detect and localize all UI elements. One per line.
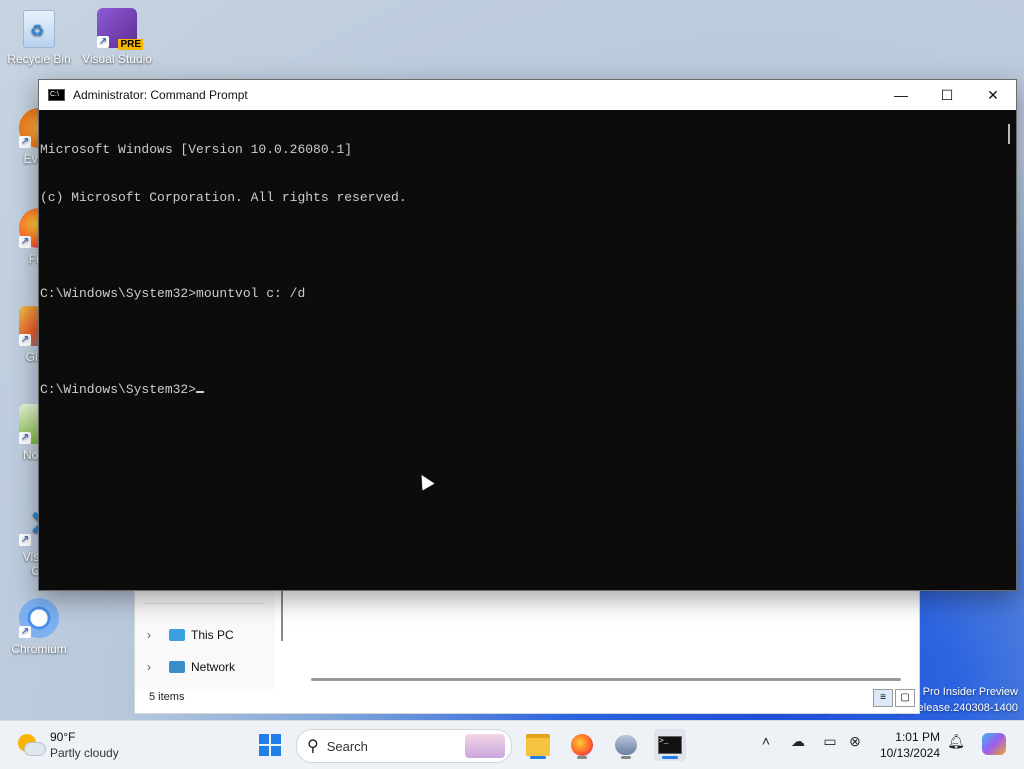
pre-badge: PRE — [118, 39, 143, 50]
taskbar-file-explorer[interactable] — [522, 729, 554, 761]
console-prompt: C:\Windows\System32> — [40, 382, 197, 397]
nav-item-this-pc[interactable]: › This PC — [147, 624, 234, 646]
chromium-icon: ↗ — [19, 598, 59, 638]
clock-date: 10/13/2024 — [879, 746, 940, 760]
title-bar[interactable]: C:\ Administrator: Command Prompt — ☐ ✕ — [39, 80, 1016, 110]
nav-item-network[interactable]: › Network — [147, 656, 235, 678]
minimize-button[interactable]: — — [878, 80, 924, 110]
network-icon[interactable]: ⊗ — [845, 733, 865, 750]
console-line: Microsoft Windows [Version 10.0.26080.1] — [40, 142, 353, 157]
shortcut-arrow-icon: ↗ — [19, 534, 31, 546]
shortcut-arrow-icon: ↗ — [19, 334, 31, 346]
pane-splitter[interactable] — [281, 591, 283, 641]
nav-item-label: This PC — [191, 628, 234, 642]
watermark-line1: Pro Insider Preview — [922, 686, 1018, 698]
search-highlight-icon — [465, 734, 505, 758]
terminal-icon: >_ — [658, 736, 682, 754]
taskbar-terminal[interactable]: >_ — [654, 729, 686, 761]
console-prompt-line[interactable]: C:\Windows\System32> — [40, 382, 1000, 398]
shortcut-arrow-icon: ↗ — [19, 626, 31, 638]
clock-time: 1:01 PM — [895, 730, 940, 744]
shortcut-arrow-icon: ↗ — [19, 136, 31, 148]
partly-cloudy-icon — [18, 732, 46, 758]
taskbar-firefox[interactable] — [566, 729, 598, 761]
desktop-icon-visual-studio[interactable]: ↗ PRE Visual Studio — [78, 8, 156, 66]
search-placeholder: Search — [326, 738, 368, 754]
text-cursor — [196, 391, 205, 393]
desktop-icon-recycle-bin[interactable]: ♻ Recycle Bin — [0, 10, 78, 66]
visual-studio-icon: ↗ PRE — [97, 8, 143, 50]
search-icon: ⚲ — [307, 738, 319, 755]
display-icon[interactable]: ▭ — [820, 733, 840, 750]
large-icons-view-button[interactable]: ▢ — [895, 689, 915, 707]
vertical-scrollbar[interactable] — [1008, 124, 1010, 144]
taskbar-app[interactable] — [610, 729, 642, 761]
command-prompt-window[interactable]: C:\ Administrator: Command Prompt — ☐ ✕ … — [38, 79, 1017, 591]
desktop-icon-chromium[interactable]: ↗ Chromium — [0, 598, 78, 656]
file-explorer-window[interactable]: › This PC › Network 5 items ≡ ▢ — [134, 580, 920, 714]
console-line: (c) Microsoft Corporation. All rights re… — [40, 190, 407, 205]
status-bar-item-count: 5 items — [149, 691, 185, 703]
app-icon — [615, 735, 637, 755]
start-button[interactable] — [254, 729, 286, 761]
maximize-button[interactable]: ☐ — [924, 80, 970, 110]
taskbar: 90°F Partly cloudy ⚲ Search >_ ˄ ☁ ▭ ⊗ 1… — [0, 720, 1024, 769]
desktop-icon-label: Chromium — [11, 642, 67, 656]
weather-condition: Partly cloudy — [50, 746, 119, 760]
cmd-app-icon[interactable]: C:\ — [48, 89, 65, 101]
horizontal-scrollbar[interactable] — [311, 678, 901, 681]
notification-icon[interactable]: 🔔︎ — [946, 733, 966, 750]
nav-item-label: Network — [191, 660, 236, 674]
search-box[interactable]: ⚲ Search — [296, 729, 512, 763]
onedrive-icon[interactable]: ☁ — [788, 733, 808, 750]
desktop-icon-label: Visual Studio — [82, 52, 152, 66]
chevron-up-icon[interactable]: ˄ — [756, 733, 776, 749]
desktop-icon-label: Recycle Bin — [7, 52, 71, 66]
shortcut-arrow-icon: ↗ — [97, 36, 109, 48]
console-line: C:\Windows\System32>mountvol c: /d — [40, 286, 306, 301]
console-output[interactable]: Microsoft Windows [Version 10.0.26080.1]… — [39, 110, 1000, 590]
copilot-icon[interactable] — [982, 733, 1006, 755]
network-icon — [169, 661, 185, 673]
windows-logo-icon — [259, 734, 281, 756]
recycle-bin-icon: ♻ — [23, 10, 55, 48]
close-button[interactable]: ✕ — [970, 80, 1016, 110]
chevron-right-icon[interactable]: › — [147, 660, 159, 674]
weather-temp: 90°F — [50, 730, 76, 744]
weather-widget[interactable]: 90°F Partly cloudy — [18, 729, 119, 761]
file-explorer-icon — [526, 734, 550, 756]
this-pc-icon — [169, 629, 185, 641]
shortcut-arrow-icon: ↗ — [19, 236, 31, 248]
firefox-icon — [571, 734, 593, 756]
window-title: Administrator: Command Prompt — [73, 88, 248, 102]
shortcut-arrow-icon: ↗ — [19, 432, 31, 444]
clock[interactable]: 1:01 PM 10/13/2024 — [874, 729, 940, 761]
chevron-right-icon[interactable]: › — [147, 628, 159, 642]
details-view-button[interactable]: ≡ — [873, 689, 893, 707]
